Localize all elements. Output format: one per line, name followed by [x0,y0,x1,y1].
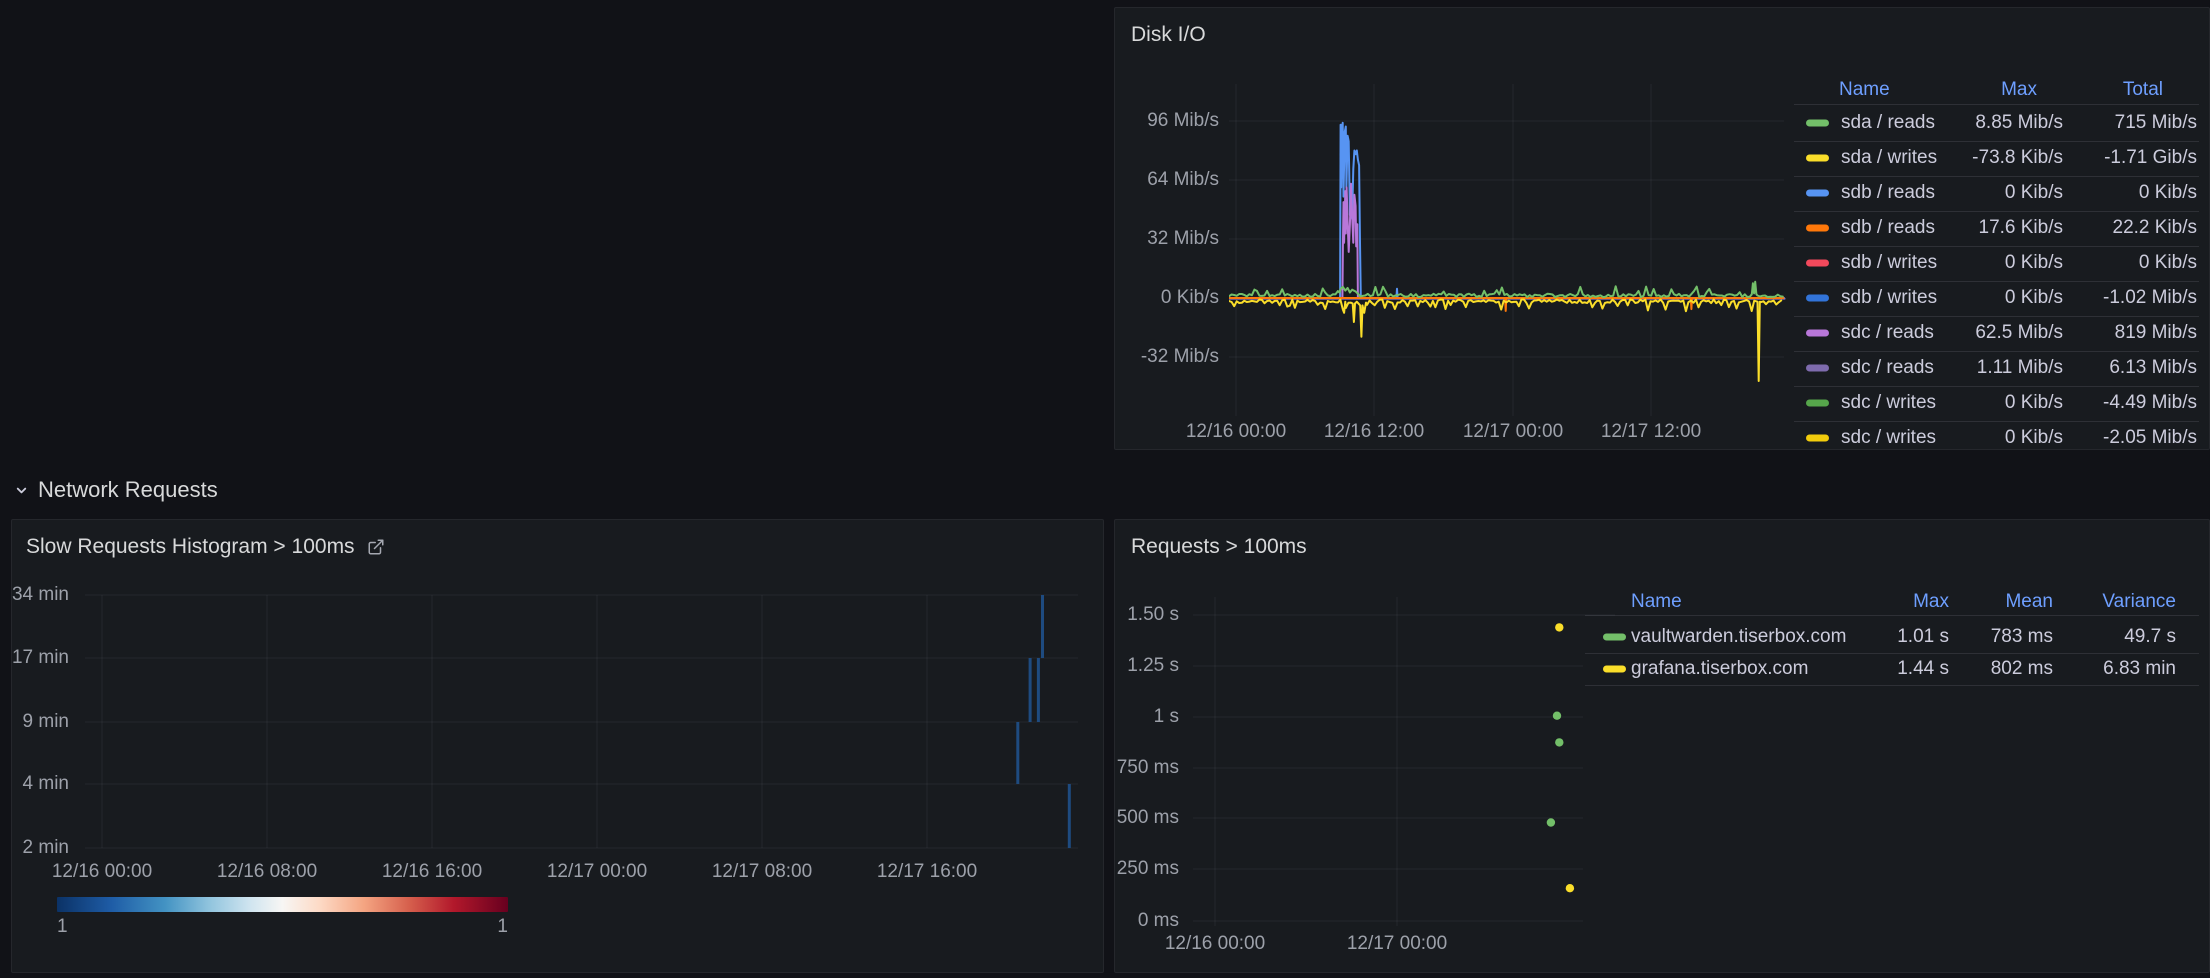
legend-series-color [1806,400,1829,407]
legend-separator [1585,685,2199,686]
x-tick-label: 12/16 16:00 [362,861,502,883]
chevron-down-icon [14,483,29,498]
heatmap-color-scale [57,897,508,912]
row-header-network-requests[interactable]: Network Requests [14,476,218,504]
legend-series-color [1806,435,1829,442]
y-tick-label: 96 Mib/s [1129,110,1219,132]
legend-series-color [1806,155,1829,162]
x-tick-label: 12/16 00:00 [1166,421,1306,443]
legend-series-total: 0 Kib/s [1997,252,2197,274]
grafana-dashboard: { "theme": { "page_bg": "#111217", "pane… [0,0,2210,978]
legend-series-color [1806,330,1829,337]
scatter-point [1547,818,1555,826]
y-tick-label: 34 min [11,584,69,606]
legend-separator [1794,351,2199,352]
legend-series-total: -4.49 Mib/s [1997,392,2197,414]
series-sda-reads-green [1229,282,1783,297]
y-tick-label: 750 ms [1114,757,1179,779]
section-title: Network Requests [38,477,218,503]
panel-disk-io: Disk I/O 96 Mib/s64 Mib/s32 Mib/s0 Kib/s… [1114,7,2210,450]
y-tick-label: 2 min [11,837,69,859]
x-tick-label: 12/17 12:00 [1581,421,1721,443]
scatter-point [1566,884,1574,892]
y-tick-label: 17 min [11,647,69,669]
y-tick-label: 0 ms [1114,910,1179,932]
y-tick-label: 250 ms [1114,858,1179,880]
y-tick-label: 9 min [11,711,69,733]
x-tick-label: 12/17 08:00 [692,861,832,883]
y-tick-label: 4 min [11,773,69,795]
legend-series-color [1806,120,1829,127]
y-tick-label: 1 s [1114,706,1179,728]
legend-series-color [1603,666,1626,673]
color-scale-min: 1 [57,916,68,938]
legend-series-color [1806,190,1829,197]
legend-series-variance: 49.7 s [1976,626,2176,648]
legend-header-variance[interactable]: Variance [1976,591,2176,613]
legend-series-total: 715 Mib/s [1997,112,2197,134]
legend-series-total: 819 Mib/s [1997,322,2197,344]
legend-separator [1794,316,2199,317]
requests-scatter-chart [1115,520,2209,972]
y-tick-label: 64 Mib/s [1129,169,1219,191]
x-tick-label: 12/16 00:00 [32,861,172,883]
heatmap-cell [1016,722,1019,784]
scatter-point [1555,623,1563,631]
series-big-read-spike-blue [1229,123,1784,298]
legend-separator [1794,141,2199,142]
legend-separator [1585,615,2199,616]
panel-requests-over-100ms: Requests > 100ms 1.50 s1.25 s1 s750 ms50… [1114,519,2210,973]
legend-series-total: -1.71 Gib/s [1997,147,2197,169]
legend-separator [1794,211,2199,212]
legend-series-total: 0 Kib/s [1997,182,2197,204]
color-scale-max: 1 [497,916,508,938]
heatmap-cell [1029,658,1032,722]
legend-separator [1794,386,2199,387]
legend-series-total: -1.02 Mib/s [1997,287,2197,309]
heatmap-cell [1068,784,1071,848]
y-tick-label: 1.25 s [1114,655,1179,677]
legend-separator [1794,176,2199,177]
panel-slow-requests-histogram: Slow Requests Histogram > 100ms 34 min17… [11,519,1104,973]
y-tick-label: -32 Mib/s [1129,346,1219,368]
legend-series-color [1806,225,1829,232]
legend-series-color [1603,634,1626,641]
legend-separator [1794,246,2199,247]
legend-series-variance: 6.83 min [1976,658,2176,680]
legend-header-name[interactable]: Name [1631,591,1682,613]
legend-separator [1794,281,2199,282]
heatmap-cell [1037,658,1040,722]
y-tick-label: 1.50 s [1114,604,1179,626]
legend-series-color [1806,260,1829,267]
legend-series-total: 6.13 Mib/s [1997,357,2197,379]
x-tick-label: 12/17 16:00 [857,861,997,883]
y-tick-label: 32 Mib/s [1129,228,1219,250]
heatmap-color-scale-labels: 1 1 [57,916,508,938]
x-tick-label: 12/16 12:00 [1304,421,1444,443]
legend-series-color [1806,365,1829,372]
legend-header-total[interactable]: Total [1963,79,2163,101]
legend-separator [1794,421,2199,422]
x-tick-label: 12/17 00:00 [1443,421,1583,443]
legend-series-color [1806,295,1829,302]
series-sdc-read-spike-violet [1229,184,1783,298]
x-tick-label: 12/16 00:00 [1145,933,1285,955]
y-tick-label: 0 Kib/s [1129,287,1219,309]
x-tick-label: 12/17 00:00 [1327,933,1467,955]
legend-series-total: 22.2 Kib/s [1997,217,2197,239]
x-tick-label: 12/16 08:00 [197,861,337,883]
heatmap-cell [1041,595,1044,658]
x-tick-label: 12/17 00:00 [527,861,667,883]
scatter-point [1555,738,1563,746]
legend-series-total: -2.05 Mib/s [1997,427,2197,449]
scatter-point [1553,712,1561,720]
legend-separator [1794,104,2199,105]
legend-separator [1585,653,2199,654]
y-tick-label: 500 ms [1114,807,1179,829]
